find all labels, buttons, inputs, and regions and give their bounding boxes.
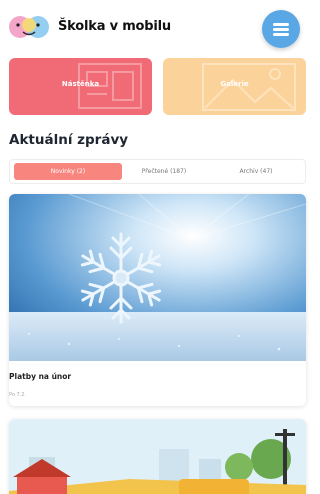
top-bar: Školka v mobilu [0,0,306,56]
tab-prectene[interactable]: Přečtené (187) [114,163,214,180]
menu-button[interactable] [262,10,300,48]
news-card-date: Po 7.2. [9,392,27,398]
tile-gallery[interactable]: Galerie [163,58,306,115]
hamburger-menu-icon [273,23,289,26]
news-section-title: Aktuální zprávy [9,132,129,148]
tab-novinky[interactable]: Novinky (2) [14,163,122,180]
tile-noticeboard-label: Nástěnka [61,80,100,88]
face-logo-icon[interactable] [8,12,54,42]
app-name: Školka v mobilu [58,19,171,34]
news-tabs: Novinky (2) Přečtené (187) Archiv (47) [9,159,306,184]
tile-gallery-label: Galerie [220,80,249,88]
kindergarten-illustration [9,419,306,494]
snowflake-photo [9,194,306,361]
news-card[interactable] [9,419,306,494]
tile-noticeboard[interactable]: Nástěnka [9,58,152,115]
tab-archiv[interactable]: Archiv (47) [206,163,306,180]
news-card-title[interactable]: Platby na únor [9,372,71,381]
